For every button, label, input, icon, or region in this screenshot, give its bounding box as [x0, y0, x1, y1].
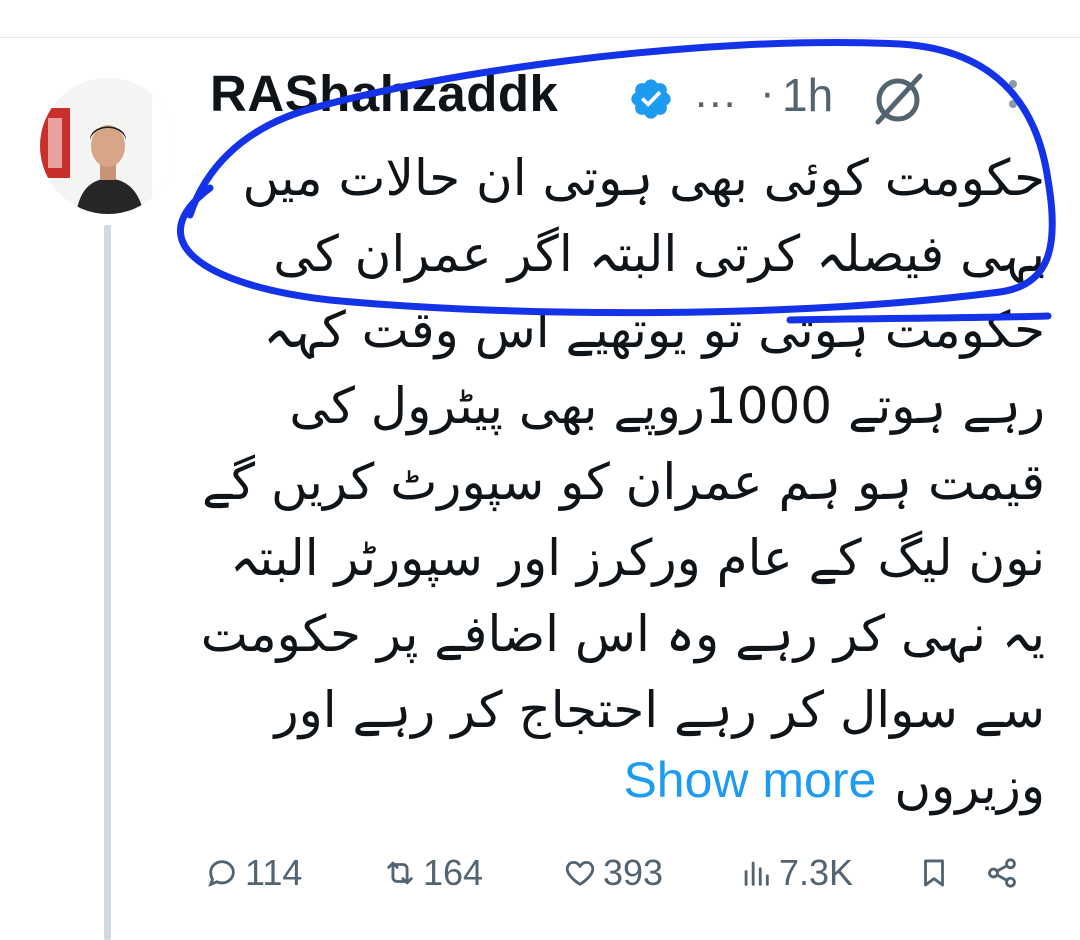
reply-icon — [208, 860, 235, 887]
repost-count: 164 — [423, 852, 484, 893]
views-count: 7.3K — [779, 852, 854, 893]
top-divider — [0, 37, 1080, 38]
bookmark-button[interactable] — [917, 848, 951, 898]
like-button[interactable]: 393 — [563, 848, 663, 898]
author-name[interactable]: RAShahzaddk — [210, 64, 558, 123]
avatar-photo — [40, 78, 176, 214]
heart-icon — [565, 860, 595, 886]
thread-line — [104, 225, 111, 940]
verified-badge-icon — [631, 79, 671, 119]
share-icon — [988, 858, 1016, 888]
more-vertical-icon[interactable] — [1005, 74, 1021, 134]
show-more-link[interactable]: Show more — [623, 752, 876, 808]
name-overflow-ellipsis: ... — [695, 68, 738, 117]
dot-separator: · — [760, 68, 775, 117]
views-icon — [744, 861, 769, 886]
tweet-text: حکومت کوئی بھی ہوتی ان حالات میں یہی فیص… — [200, 140, 1045, 748]
tweet-text-line: نون لیگ کے عام ورکرز اور سپورٹر البتہ — [230, 529, 1045, 587]
timestamp[interactable]: 1h — [782, 68, 833, 122]
reply-count: 114 — [245, 852, 303, 893]
tweet-text-line: قیمت ہو ہم عمران کو سپورٹ کریں گے — [201, 453, 1045, 511]
repost-icon — [387, 861, 413, 885]
reply-button[interactable]: 114 — [205, 848, 302, 898]
share-button[interactable] — [985, 848, 1019, 898]
tweet-text-line: وزیروں — [894, 757, 1045, 815]
avatar[interactable] — [40, 78, 176, 214]
tweet-header: RAShahzaddk ... · 1h — [210, 62, 1040, 132]
tweet-text-line: یہ نہی کر رہے وہ اس اضافے پر حکومت — [200, 605, 1045, 663]
tweet-text-line: حکومت کوئی بھی ہوتی ان حالات میں — [242, 149, 1045, 207]
tweet-text-line: یہی فیصلہ کرتی البتہ اگر عمران کی — [273, 225, 1045, 283]
tweet-text-line: حکومت ہوتی تو یوتھیے اس وقت کہہ — [263, 301, 1045, 359]
views-button[interactable]: 7.3K — [739, 848, 853, 898]
tweet-text-line: رہے ہوتے 1000روپے بھی پیٹرول کی — [289, 377, 1045, 435]
bookmark-icon — [924, 859, 944, 887]
grok-icon[interactable] — [868, 68, 928, 128]
tweet-text-line: سے سوال کر رہے احتجاج کر رہے اور — [274, 681, 1045, 739]
like-count: 393 — [603, 852, 664, 893]
tweet-last-line: Show more وزیروں — [215, 748, 1045, 824]
repost-button[interactable]: 164 — [383, 848, 483, 898]
action-bar: 114 164 393 7.3K — [205, 848, 1045, 898]
